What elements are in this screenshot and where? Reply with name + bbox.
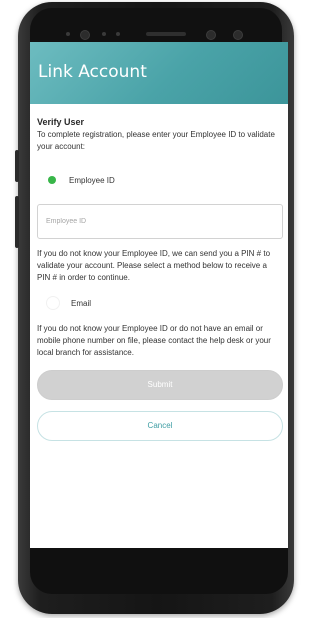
page-title: Link Account <box>38 62 147 82</box>
volume-button <box>15 150 19 182</box>
verify-user-form: Verify User To complete registration, pl… <box>30 104 288 441</box>
radio-unselected-icon[interactable] <box>46 296 60 310</box>
email-option-label: Email <box>71 298 92 308</box>
earpiece-speaker <box>146 32 186 36</box>
sensor-dot <box>102 32 106 36</box>
top-bezel <box>30 8 282 44</box>
pin-help-text: If you do not know your Employee ID, we … <box>37 249 271 282</box>
submit-button[interactable]: Submit <box>37 370 283 400</box>
cancel-button[interactable]: Cancel <box>37 411 283 441</box>
power-button <box>15 196 19 248</box>
radio-selected-icon[interactable] <box>48 176 56 184</box>
sensor-dot <box>116 32 120 36</box>
contact-help-text: If you do not know your Employee ID or d… <box>37 324 271 357</box>
sensor-dot <box>66 32 70 36</box>
bottom-bezel <box>30 548 288 594</box>
employee-id-option-label: Employee ID <box>69 175 115 185</box>
front-camera-icon <box>80 30 90 40</box>
email-option[interactable]: Email <box>37 293 282 313</box>
sensor-camera-icon <box>206 30 216 40</box>
app-screen: Link Account Verify User To complete reg… <box>30 42 288 548</box>
employee-id-option[interactable]: Employee ID <box>37 170 282 190</box>
section-title: Verify User <box>37 117 85 127</box>
proximity-sensor-icon <box>233 30 243 40</box>
employee-id-input[interactable] <box>37 204 283 239</box>
intro-text: To complete registration, please enter y… <box>37 130 275 151</box>
app-header: Link Account <box>30 42 288 104</box>
